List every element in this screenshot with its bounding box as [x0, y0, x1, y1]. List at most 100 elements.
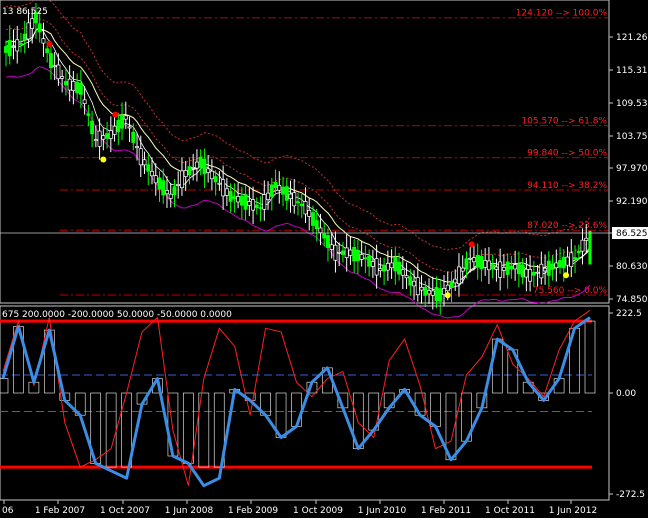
indicator-tick-label-0: 222.5	[616, 309, 642, 319]
candle-body-121	[457, 266, 461, 285]
price-panel-frame	[0, 0, 610, 304]
candle-body-130	[490, 264, 495, 270]
candle-body-88	[333, 244, 338, 261]
price-tick-label-2: 109.530	[616, 99, 648, 109]
indicator-axis[interactable]: 222.5 0.00 -272.5	[609, 309, 645, 500]
indicator-line-red	[2, 309, 591, 486]
candle-body-139	[524, 268, 529, 278]
candle-body-2	[11, 46, 16, 48]
candle-body-145	[546, 260, 551, 276]
price-tick-label-5: 92.190	[616, 197, 648, 207]
candle-body-59	[224, 188, 229, 196]
candle-body-73	[277, 185, 282, 191]
band-mid-dotted	[5, 18, 591, 273]
candle-body-38	[146, 164, 151, 172]
candle-body-12	[48, 53, 53, 69]
candle-body-53	[202, 158, 207, 175]
time-tick-label-2: 1 Oct 2007	[100, 506, 150, 516]
candle-body-141	[531, 272, 536, 276]
candle-body-84	[318, 227, 323, 234]
candle-body-43	[165, 190, 169, 195]
indicator-info: 675 200.0000 -200.0000 50.0000 -50.0000 …	[2, 310, 232, 320]
candle-body-82	[311, 212, 315, 226]
candle-body-109	[412, 280, 417, 287]
price-axis[interactable]: 121.260 115.310 109.530 103.750 97.970 92.190…	[609, 33, 648, 305]
candle-body-39	[150, 170, 154, 177]
candle-body-27	[105, 133, 110, 139]
fib-label-2: 99.840 --> 50.0%	[527, 149, 607, 159]
candle-body-1	[7, 40, 12, 57]
candle-body-28	[108, 130, 113, 139]
candle-body-15	[60, 76, 65, 79]
candle-body-60	[228, 190, 233, 202]
candle-body-90	[340, 250, 345, 255]
histogram-bar-28	[430, 392, 441, 427]
candle-body-140	[528, 269, 533, 282]
candle-body-86	[325, 235, 330, 248]
candle-body-125	[471, 257, 476, 263]
candle-body-100	[378, 268, 383, 271]
candle-body-108	[408, 276, 413, 286]
candle-body-18	[71, 81, 76, 91]
candle-body-137	[516, 263, 521, 275]
candle-body-155	[584, 237, 589, 241]
candle-body-113	[427, 290, 431, 295]
candle-body-147	[554, 262, 559, 269]
candle-body-101	[382, 264, 387, 272]
candle-body-153	[576, 250, 581, 254]
time-tick-label-8: 1 Oct 2011	[485, 506, 535, 516]
candle-body-61	[232, 196, 237, 200]
histogram-bar-7	[105, 392, 117, 468]
candle-body-11	[45, 48, 50, 54]
candle-body-154	[580, 239, 585, 252]
candle-body-134	[505, 261, 510, 275]
time-tick-label-3: 1 Jun 2008	[165, 506, 214, 516]
fib-label-4: 87.020 --> 23.6%	[527, 221, 607, 231]
signal-marker-red-2	[468, 241, 475, 248]
candle-body-30	[116, 119, 121, 133]
candle-body-29	[112, 125, 117, 135]
histogram-bar-19	[291, 392, 302, 427]
candle-body-58	[221, 179, 226, 197]
indicator-line-blue	[1, 316, 591, 488]
candle-body-136	[513, 264, 518, 270]
time-tick-label-6: 1 Jun 2010	[358, 506, 407, 516]
candle-body-51	[194, 161, 199, 169]
candle-body-4	[19, 43, 23, 45]
candle-body-118	[445, 284, 450, 292]
candle-body-50	[191, 167, 196, 169]
candle-body-81	[307, 209, 312, 217]
candle-body-74	[281, 186, 285, 195]
candle-body-120	[453, 278, 458, 284]
time-tick-label-5: 1 Oct 2009	[293, 506, 343, 516]
candle-body-56	[213, 176, 218, 183]
signal-marker-yellow-2	[563, 272, 570, 279]
indicator-tick-label-2: -272.5	[616, 490, 645, 500]
candle-body-110	[415, 277, 420, 296]
candle-body-14	[56, 64, 61, 80]
signal-markers	[46, 40, 570, 299]
candle-body-102	[385, 263, 390, 271]
price-panel[interactable]: 124.120 --> 100.0% 105.570 --> 61.8% 99.84…	[0, 0, 610, 319]
candle-body-32	[123, 115, 128, 120]
signal-marker-red-0	[46, 40, 53, 47]
signal-marker-yellow-0	[100, 156, 107, 163]
candle-body-37	[142, 159, 147, 166]
candle-body-83	[314, 220, 319, 230]
candle-body-68	[258, 207, 263, 209]
candle-body-115	[434, 287, 439, 302]
indicator-panel[interactable]: 675 200.0000 -200.0000 50.0000 -50.0000 …	[0, 305, 610, 501]
candle-body-31	[120, 114, 125, 129]
candle-body-66	[251, 199, 256, 211]
candle-body-35	[135, 146, 139, 149]
time-axis[interactable]: 06 1 Feb 2007 1 Oct 2007 1 Jun 2008 1 Feb 20…	[2, 500, 597, 516]
candle-body-92	[348, 249, 353, 256]
candle-body-23	[90, 120, 95, 135]
histogram-bar-32	[491, 338, 503, 394]
histogram-bar-38	[584, 320, 596, 394]
price-tick-label-4: 97.970	[616, 164, 648, 174]
candle-body-17	[67, 78, 72, 91]
fib-label-3: 94.110 --> 38.2%	[527, 181, 607, 191]
candle-body-21	[82, 99, 87, 104]
candle-body-49	[187, 166, 192, 176]
